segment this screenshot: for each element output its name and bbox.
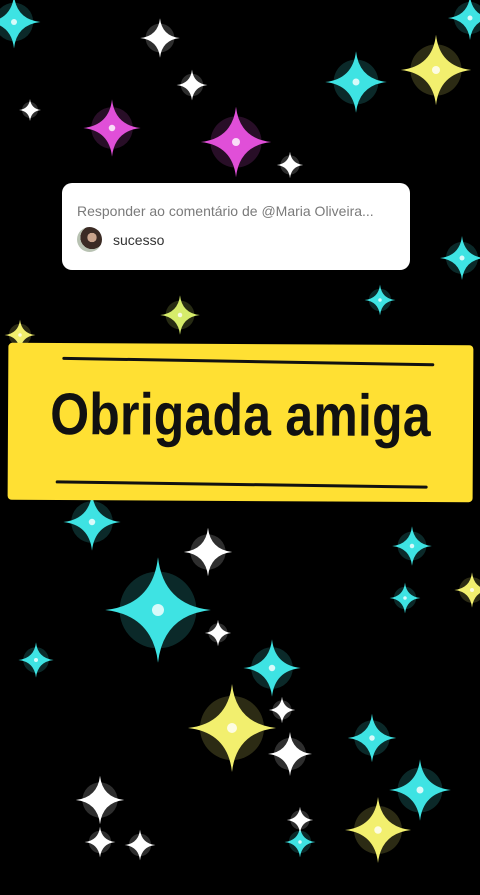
sparkle-icon (63, 493, 121, 551)
sparkle-icon (364, 284, 396, 316)
sparkle-icon (440, 236, 480, 280)
sparkle-icon (4, 319, 36, 351)
sparkle-icon (345, 797, 411, 863)
banner-top-line (62, 356, 435, 367)
sparkle-icon (389, 582, 421, 614)
reply-comment-row: sucesso (77, 227, 394, 252)
reply-label: Responder ao comentário de @Maria Olivei… (77, 203, 374, 219)
caption-banner: Obrigada amiga (7, 342, 474, 503)
sparkle-icon (454, 572, 480, 608)
sparkle-icon (105, 557, 211, 663)
sparkle-icon (276, 151, 304, 179)
sparkle-icon (392, 526, 432, 566)
sparkle-icon (176, 69, 208, 101)
sparkle-icon (286, 806, 314, 834)
sparkle-icon (124, 829, 156, 861)
avatar (77, 227, 102, 252)
sparkle-icon (400, 34, 472, 106)
sparkle-icon (160, 295, 200, 335)
sparkle-icon (183, 527, 233, 577)
sparkle-icon (200, 106, 272, 178)
banner-bottom-line (55, 480, 428, 489)
sparkle-icon (448, 0, 480, 40)
sparkle-icon (83, 99, 141, 157)
reply-comment-text: sucesso (113, 231, 165, 248)
sparkle-icon (19, 99, 41, 121)
sparkle-icon (0, 0, 41, 49)
reply-comment-card[interactable]: Responder ao comentário de @Maria Olivei… (62, 183, 410, 270)
sparkle-icon (325, 51, 387, 113)
sparkle-icon (18, 642, 54, 678)
sparkle-icon (268, 732, 312, 776)
sparkle-icon (347, 713, 397, 763)
sparkle-icon (204, 619, 232, 647)
banner-text: Obrigada amiga (50, 380, 432, 450)
